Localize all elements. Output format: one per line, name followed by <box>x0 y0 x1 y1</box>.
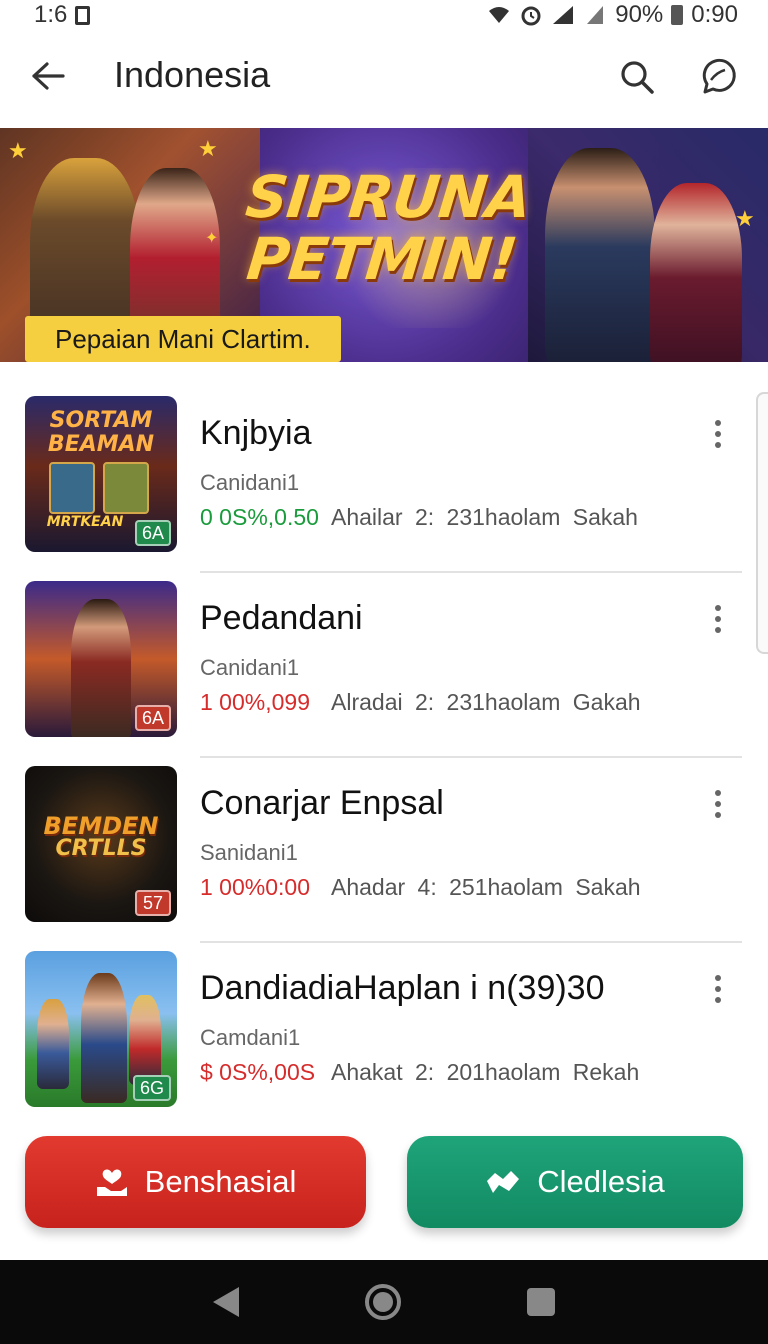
hero-heroine-right <box>650 183 742 362</box>
banner-headline: SIPRUNA PETMIN! <box>233 163 536 293</box>
dot <box>715 801 721 807</box>
thumbnail-title-line2: CRTLLS <box>55 836 147 861</box>
list-item[interactable]: 6A Pedandani Canidani1 1 00%,099 Alradai… <box>0 573 768 758</box>
status-clock: 0:90 <box>691 1 738 28</box>
dot <box>715 431 721 437</box>
dot <box>715 627 721 633</box>
side-panel-handle[interactable] <box>756 392 768 654</box>
dot <box>715 997 721 1003</box>
status-right: 90% 0:90 <box>487 1 738 29</box>
item-price: $ 0S%,00S <box>200 1059 316 1085</box>
secondary-action-label: Cledlesia <box>537 1164 665 1199</box>
item-title: Conarjar Enpsal <box>200 784 444 822</box>
game-list: SORTAM BEAMAN MRTKEAN 6A Knjbyia Canidan… <box>0 388 768 1128</box>
item-title: DandiadiaHaplan i n(39)30 <box>200 969 605 1007</box>
nav-home-inner <box>373 1292 393 1312</box>
search-button[interactable] <box>612 52 662 102</box>
item-title: Knjbyia <box>200 414 312 452</box>
screen-record-icon <box>75 5 91 25</box>
nav-back-icon[interactable] <box>213 1287 239 1317</box>
item-subtitle: Canidani1 <box>200 655 300 680</box>
game-thumbnail: SORTAM BEAMAN MRTKEAN 6A <box>25 396 177 552</box>
signal-icon <box>551 3 575 27</box>
thumbnail-kid-right <box>129 995 161 1085</box>
dot <box>715 605 721 611</box>
item-meta: Ahadar 4: 251haolam Sakah <box>331 874 641 900</box>
star-icon: ★ <box>8 138 28 163</box>
status-bar: 1:6 90% 0:90 <box>0 0 768 30</box>
dot <box>715 616 721 622</box>
game-thumbnail: 6A <box>25 581 177 737</box>
item-meta: Ahailar 2: 231haolam Sakah <box>331 504 638 530</box>
status-time: 1:6 <box>34 1 68 28</box>
banner-headline-line2: PETMIN! <box>243 225 520 293</box>
item-meta: Alradai 2: 231haolam Gakah <box>331 689 641 715</box>
more-options-button[interactable] <box>700 971 736 1007</box>
signal-2-icon <box>583 3 607 27</box>
nav-home-icon[interactable] <box>365 1284 401 1320</box>
battery-percent: 90% <box>615 1 664 28</box>
more-options-button[interactable] <box>700 786 736 822</box>
thumbnail-card-right <box>103 462 149 514</box>
item-subtitle: Sanidani1 <box>200 840 298 865</box>
thumbnail-title-line1: SORTAM <box>49 408 153 433</box>
dot <box>715 986 721 992</box>
handshake-icon <box>487 1171 520 1193</box>
more-options-button[interactable] <box>700 601 736 637</box>
dot <box>715 790 721 796</box>
thumbnail-hero <box>71 599 131 737</box>
item-subtitle: Camdani1 <box>200 1025 301 1050</box>
item-price: 1 00%0:00 <box>200 874 310 900</box>
thumbnail-badge: 6A <box>134 520 171 546</box>
thumbnail-badge: 6G <box>132 1075 171 1101</box>
thumbnail-hero <box>81 973 127 1103</box>
system-nav-bar <box>0 1260 768 1344</box>
battery-icon <box>671 5 684 25</box>
star-icon: ★ <box>735 206 755 231</box>
game-thumbnail: 6G <box>25 951 177 1107</box>
more-options-button[interactable] <box>700 416 736 452</box>
chat-button[interactable] <box>692 52 742 102</box>
thumbnail-badge: 6A <box>134 705 171 731</box>
dot <box>715 975 721 981</box>
list-item[interactable]: SORTAM BEAMAN MRTKEAN 6A Knjbyia Canidan… <box>0 388 768 573</box>
page-title: Indonesia <box>114 54 271 95</box>
nav-recents-icon[interactable] <box>527 1288 555 1316</box>
thumbnail-title-line2: BEAMAN <box>47 432 155 457</box>
chat-bubble-icon <box>702 58 736 94</box>
hand-heart-icon <box>96 1169 127 1196</box>
item-subtitle: Canidani1 <box>200 470 300 495</box>
promo-banner[interactable]: ★ ★ ★ ✦ SIPRUNA PETMIN! Pepaian Mani Cla… <box>0 128 768 362</box>
hero-armored-soldier <box>545 148 655 362</box>
banner-headline-line1: SIPRUNA <box>242 163 534 231</box>
item-price: 1 00%,099 <box>200 689 310 715</box>
thumbnail-badge: 57 <box>135 890 171 916</box>
thumbnail-kid-left <box>37 999 69 1089</box>
primary-action-label: Benshasial <box>144 1164 297 1199</box>
arrow-left-icon <box>32 62 65 90</box>
back-button[interactable] <box>24 52 72 100</box>
dot <box>715 442 721 448</box>
app-bar: Indonesia <box>0 30 768 128</box>
star-icon: ★ <box>198 136 218 161</box>
game-thumbnail: BEMDEN CRTLLS 57 <box>25 766 177 922</box>
item-price: 0 0S%,0.50 <box>200 504 319 530</box>
list-item[interactable]: 6G DandiadiaHaplan i n(39)30 Camdani1 $ … <box>0 943 768 1128</box>
secondary-action-button[interactable]: Cledlesia <box>407 1136 743 1228</box>
status-left: 1:6 <box>34 1 91 29</box>
search-icon <box>621 61 654 94</box>
thumbnail-card-left <box>49 462 95 514</box>
banner-tagline: Pepaian Mani Clartim. <box>25 316 341 362</box>
wifi-icon <box>487 3 511 27</box>
alarm-icon <box>519 3 543 27</box>
dot <box>715 812 721 818</box>
dot <box>715 420 721 426</box>
item-meta: Ahakat 2: 201haolam Rekah <box>331 1059 640 1085</box>
star-icon: ✦ <box>205 230 219 247</box>
list-item[interactable]: BEMDEN CRTLLS 57 Conarjar Enpsal Sanidan… <box>0 758 768 943</box>
primary-action-button[interactable]: Benshasial <box>25 1136 366 1228</box>
item-title: Pedandani <box>200 599 363 637</box>
